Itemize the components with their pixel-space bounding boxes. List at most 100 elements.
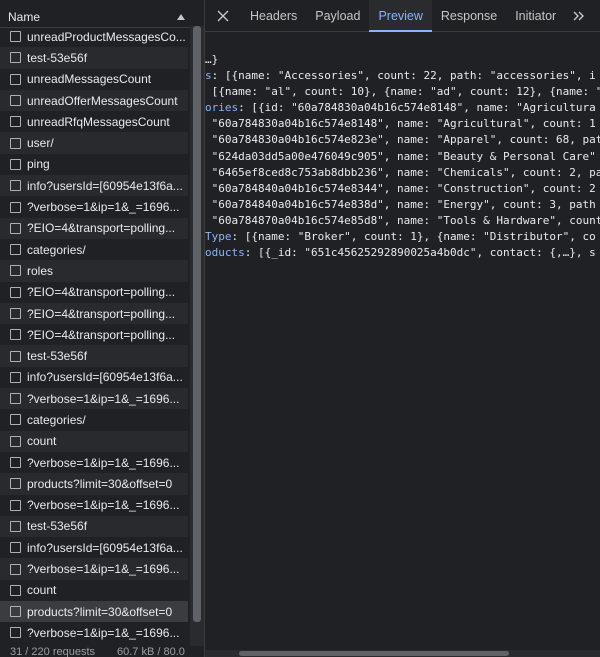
request-name: categories/ <box>27 242 86 257</box>
preview-line: "6465ef8ced8c753ab8dbb236", name: "Chemi… <box>205 165 600 181</box>
horizontal-scrollbar-thumb[interactable] <box>239 651 509 656</box>
request-row[interactable]: ?verbose=1&ip=1&_=1696... <box>0 495 188 516</box>
row-checkbox[interactable] <box>10 627 21 639</box>
request-row[interactable]: unreadProductMessagesCo... <box>0 26 188 47</box>
request-row[interactable]: ping <box>0 154 188 175</box>
json-value: : [{name: "Broker", count: 1}, {name: "D… <box>231 230 596 244</box>
preview-line: "624da03dd5a00e476049c905", name: "Beaut… <box>205 149 600 165</box>
row-checkbox[interactable] <box>10 286 21 298</box>
request-row[interactable]: info?usersId=[60954e13f6a... <box>0 175 188 197</box>
row-checkbox[interactable] <box>10 584 21 596</box>
row-checkbox[interactable] <box>10 478 21 490</box>
request-name: count <box>27 583 57 598</box>
json-value: "6465ef8ced8c753ab8dbb236", name: "Chemi… <box>205 165 600 179</box>
json-preview[interactable]: …} s: [{name: "Accessories", count: 22, p… <box>205 52 600 261</box>
row-checkbox[interactable] <box>10 31 21 43</box>
request-row[interactable]: count <box>0 430 188 452</box>
tab-preview[interactable]: Preview <box>369 0 432 32</box>
row-checkbox[interactable] <box>10 137 21 149</box>
request-row[interactable]: info?usersId=[60954e13f6a... <box>0 367 188 388</box>
tab-initiator[interactable]: Initiator <box>506 0 565 32</box>
row-checkbox[interactable] <box>10 95 21 107</box>
request-row[interactable]: test-53e56f <box>0 345 188 367</box>
request-row[interactable]: ?verbose=1&ip=1&_=1696... <box>0 558 188 580</box>
request-row[interactable]: categories/ <box>0 409 188 430</box>
row-checkbox[interactable] <box>10 52 21 64</box>
request-row[interactable]: ?verbose=1&ip=1&_=1696... <box>0 622 188 643</box>
row-checkbox[interactable] <box>10 542 21 554</box>
request-name: ping <box>27 157 50 172</box>
request-row[interactable]: ?verbose=1&ip=1&_=1696... <box>0 196 188 217</box>
request-row[interactable]: unreadOfferMessagesCount <box>0 89 188 112</box>
request-row[interactable]: ?EIO=4&transport=polling... <box>0 302 188 325</box>
request-row[interactable]: categories/ <box>0 239 188 260</box>
json-key[interactable]: oducts <box>205 246 245 259</box>
row-checkbox[interactable] <box>10 499 21 511</box>
row-checkbox[interactable] <box>10 606 21 618</box>
request-row[interactable]: test-53e56f <box>0 47 188 69</box>
request-row[interactable]: user/ <box>0 132 188 154</box>
row-checkbox[interactable] <box>10 265 21 277</box>
network-request-list: Name unreadProductMessagesCo... test-53e5… <box>0 0 205 657</box>
request-row[interactable]: count <box>0 580 188 601</box>
request-row[interactable]: ?verbose=1&ip=1&_=1696... <box>0 388 188 410</box>
request-row[interactable]: products?limit=30&offset=0 <box>0 473 188 495</box>
more-tabs-icon[interactable] <box>565 0 593 32</box>
request-name: unreadProductMessagesCo... <box>27 29 186 44</box>
horizontal-scrollbar[interactable] <box>205 650 600 657</box>
row-checkbox[interactable] <box>10 371 21 383</box>
scrollbar-thumb[interactable] <box>193 26 201 622</box>
request-row[interactable]: info?usersId=[60954e13f6a... <box>0 537 188 558</box>
request-row[interactable]: ?verbose=1&ip=1&_=1696... <box>0 452 188 473</box>
request-name: ?verbose=1&ip=1&_=1696... <box>27 391 180 406</box>
request-row[interactable]: ?EIO=4&transport=polling... <box>0 282 188 303</box>
json-key[interactable]: s <box>205 69 212 82</box>
request-row[interactable]: ?EIO=4&transport=polling... <box>0 217 188 239</box>
row-checkbox[interactable] <box>10 435 21 447</box>
close-icon[interactable] <box>205 0 241 32</box>
row-checkbox[interactable] <box>10 520 21 532</box>
row-checkbox[interactable] <box>10 308 21 319</box>
row-checkbox[interactable] <box>10 73 21 85</box>
sort-up-icon[interactable] <box>174 10 188 24</box>
detail-tabs: Headers Payload Preview Response Initiat… <box>205 0 600 32</box>
row-checkbox[interactable] <box>10 393 21 405</box>
request-row[interactable]: unreadMessagesCount <box>0 69 188 90</box>
request-row[interactable]: roles <box>0 260 188 282</box>
json-key[interactable]: Type <box>205 230 232 243</box>
row-checkbox[interactable] <box>10 158 21 170</box>
row-checkbox[interactable] <box>10 329 21 341</box>
row-checkbox[interactable] <box>10 244 21 256</box>
tab-response[interactable]: Response <box>432 0 506 32</box>
json-key[interactable]: ories <box>205 101 238 114</box>
request-count: 31 / 220 requests <box>10 646 96 657</box>
request-row[interactable]: ?EIO=4&transport=polling... <box>0 324 188 345</box>
request-name: unreadMessagesCount <box>27 72 152 87</box>
request-name: info?usersId=[60954e13f6a... <box>27 178 183 193</box>
preview-line: s: [{name: "Accessories", count: 22, pat… <box>205 68 600 84</box>
request-name: ?verbose=1&ip=1&_=1696... <box>27 625 180 640</box>
row-checkbox[interactable] <box>10 414 21 426</box>
preview-line: "60a784840a04b16c574e8344", name: "Const… <box>205 181 600 197</box>
vertical-scrollbar[interactable] <box>190 26 204 646</box>
request-row[interactable]: test-53e56f <box>0 515 188 538</box>
preview-line: ories: [{id: "60a784830a04b16c574e8148",… <box>205 100 600 116</box>
request-name: test-53e56f <box>27 349 88 364</box>
row-checkbox[interactable] <box>10 457 21 469</box>
tab-headers[interactable]: Headers <box>241 0 306 32</box>
tab-payload[interactable]: Payload <box>306 0 369 32</box>
row-checkbox[interactable] <box>10 563 21 575</box>
json-value: : [{id: "60a784830a04b16c574e8148", name… <box>238 101 596 115</box>
row-checkbox[interactable] <box>10 116 21 128</box>
row-checkbox[interactable] <box>10 201 21 213</box>
request-name: ?EIO=4&transport=polling... <box>27 285 176 300</box>
request-row[interactable]: products?limit=30&offset=0 <box>0 601 188 623</box>
row-checkbox[interactable] <box>10 350 21 362</box>
request-name: categories/ <box>27 412 86 427</box>
preview-line: oducts: [{_id: "651c45625292890025a4b0dc… <box>205 245 600 261</box>
name-column-header[interactable]: Name <box>0 6 190 28</box>
row-checkbox[interactable] <box>10 180 21 192</box>
request-name: roles <box>27 263 54 278</box>
request-row[interactable]: unreadRfqMessagesCount <box>0 111 188 132</box>
row-checkbox[interactable] <box>10 222 21 234</box>
